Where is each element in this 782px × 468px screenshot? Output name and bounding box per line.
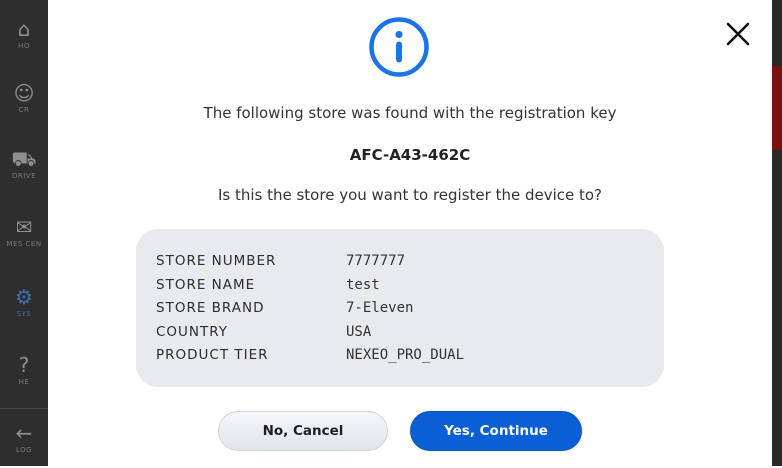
user-icon: ☺ — [13, 81, 35, 105]
detail-value: NEXEO_PRO_DUAL — [346, 347, 465, 363]
sidebar-item-help[interactable]: ? HE — [0, 340, 48, 400]
gear-icon: ⚙ — [15, 285, 33, 309]
detail-value: 7777777 — [346, 253, 406, 269]
detail-value: USA — [346, 324, 372, 340]
home-icon: ⌂ — [17, 17, 31, 41]
car-icon: ⛟ — [11, 147, 37, 171]
detail-label: PRODUCT TIER — [156, 347, 269, 363]
sidebar-item-message-center[interactable]: ✉ MES CEN — [0, 202, 48, 262]
continue-button[interactable]: Yes, Continue — [410, 411, 582, 451]
detail-row-product-tier: PRODUCT TIER NEXEO_PRO_DUAL — [156, 344, 636, 366]
info-icon — [369, 17, 429, 77]
background-accent-bar — [772, 66, 782, 150]
cancel-button[interactable]: No, Cancel — [218, 411, 388, 451]
detail-value: 7-Eleven — [346, 300, 414, 316]
sidebar-item-home[interactable]: ⌂ HO — [0, 4, 48, 64]
sidebar-item-logout[interactable]: ← LOG — [0, 408, 48, 468]
detail-label: COUNTRY — [156, 324, 229, 340]
detail-label: STORE NAME — [156, 277, 256, 293]
message-center-icon: ✉ — [15, 215, 33, 239]
help-icon: ? — [18, 353, 30, 377]
detail-label: STORE BRAND — [156, 300, 265, 316]
detail-row-store-name: STORE NAME test — [156, 274, 636, 296]
detail-row-store-number: STORE NUMBER 7777777 — [156, 250, 636, 272]
sidebar-item-cr[interactable]: ☺ CR — [0, 68, 48, 128]
logout-icon: ← — [15, 421, 33, 445]
sidebar-item-drive[interactable]: ⛟ DRIVE — [0, 134, 48, 194]
store-confirmation-dialog: The following store was found with the r… — [48, 0, 772, 466]
found-message: The following store was found with the r… — [203, 104, 617, 122]
close-icon — [726, 22, 750, 46]
close-button[interactable] — [722, 18, 754, 50]
detail-value: test — [346, 277, 380, 293]
store-details-panel: STORE NUMBER 7777777 STORE NAME test STO… — [136, 229, 664, 387]
background-sidebar: ⌂ HO ☺ CR ⛟ DRIVE ✉ MES CEN ⚙ SYS ? HE ←… — [0, 0, 48, 466]
detail-label: STORE NUMBER — [156, 253, 277, 269]
sidebar-item-system[interactable]: ⚙ SYS — [0, 272, 48, 332]
detail-row-country: COUNTRY USA — [156, 321, 636, 343]
registration-key: AFC-A43-462C — [349, 146, 471, 164]
detail-row-store-brand: STORE BRAND 7-Eleven — [156, 297, 636, 319]
confirm-question: Is this the store you want to register t… — [217, 186, 603, 204]
